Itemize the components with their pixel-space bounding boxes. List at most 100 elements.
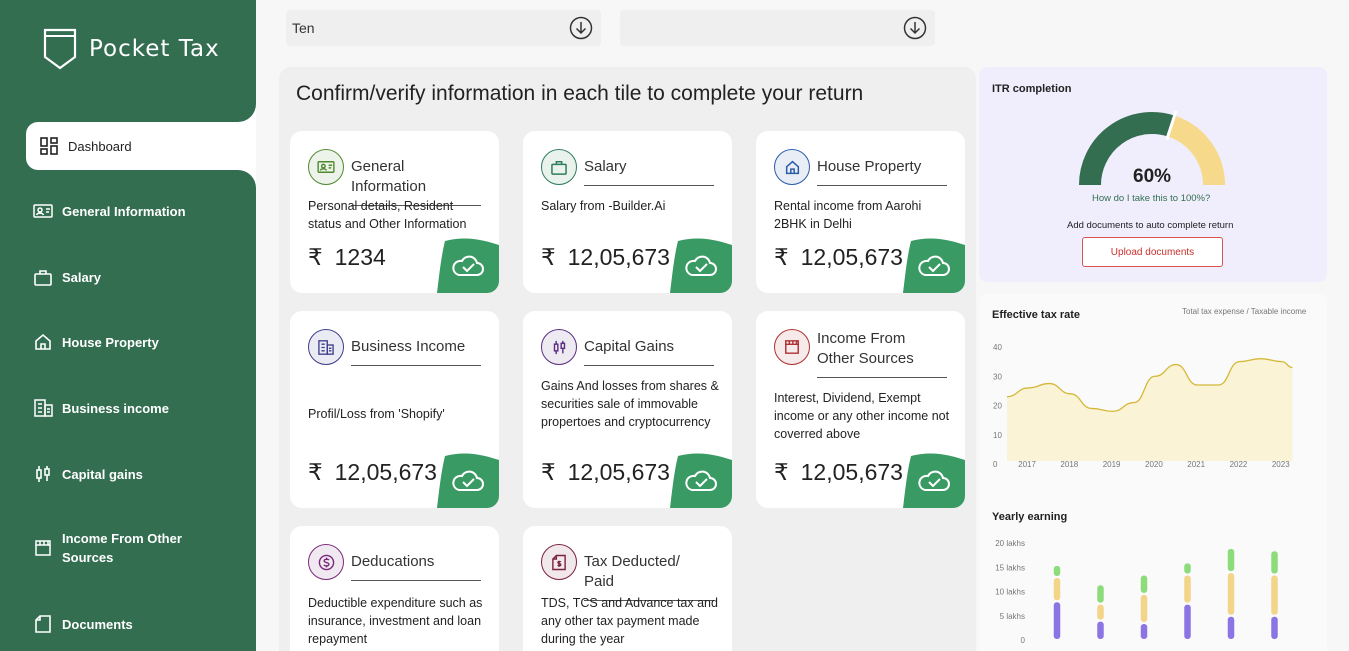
x-tick-label: 2019: [1103, 460, 1121, 469]
y-tick-label: 0: [993, 460, 998, 469]
tile-title: Business Income: [351, 329, 481, 366]
tile-amount-value: 12,05,673: [800, 459, 903, 485]
yearly-earning-title: Yearly earning: [992, 511, 1068, 523]
nav-general-information[interactable]: General Information: [32, 200, 186, 222]
tile-description: Gains And losses from shares & securitie…: [541, 379, 719, 429]
app-name: Pocket Tax: [89, 36, 220, 62]
tile-description: Interest, Dividend, Exempt income or any…: [774, 391, 950, 441]
briefcase-icon: [541, 149, 577, 185]
y-tick-label: 10: [993, 431, 1002, 440]
earning-bar-segment: [1097, 604, 1104, 620]
tile-deducations[interactable]: Deducations Deductible expenditure such a…: [290, 526, 499, 651]
candlestick-icon: [32, 463, 54, 485]
tile-general-information[interactable]: General Information Personal details, Res…: [290, 131, 499, 293]
nav-capital-gains[interactable]: Capital gains: [32, 463, 143, 485]
earning-bar-segment: [1227, 573, 1235, 615]
tile-income-from-other-sources[interactable]: Income From Other Sources Interest, Divid…: [756, 311, 965, 508]
tile-amount-value: 12,05,673: [800, 244, 903, 270]
nav-label: Business income: [62, 400, 169, 416]
tile-salary[interactable]: Salary Salary from -Builder.Ai ₹12,05,673: [523, 131, 732, 293]
tile-amount: ₹12,05,673: [541, 459, 670, 486]
nav-dashboard[interactable]: Dashboard: [38, 135, 132, 157]
tile-tax-deducted-paid[interactable]: Tax Deducted/ Paid TDS, TCS and Advance t…: [523, 526, 732, 651]
select-dropdown-2[interactable]: [620, 10, 935, 46]
x-tick-label: 2017: [1018, 460, 1036, 469]
cloud-check-icon[interactable]: [903, 237, 965, 293]
earning-bar-segment: [1184, 575, 1191, 603]
select-value: Ten: [292, 20, 315, 36]
dashboard-icon: [38, 135, 60, 157]
help-link[interactable]: How do I take this to 100%?: [1092, 193, 1210, 204]
tile-business-income[interactable]: Business Income Profil/Loss from 'Shopify…: [290, 311, 499, 508]
tile-description: Deductible expenditure such as insurance…: [308, 596, 483, 646]
y-tick-label: 40: [993, 343, 1002, 352]
itr-completion-title: ITR completion: [992, 83, 1072, 95]
earning-bar-segment: [1097, 585, 1104, 603]
tile-amount-value: 12,05,673: [334, 459, 437, 485]
cloud-check-icon[interactable]: [437, 237, 499, 293]
earning-bar-segment: [1140, 594, 1148, 623]
x-tick-label: 2021: [1187, 460, 1205, 469]
rupee-icon: ₹: [541, 459, 556, 485]
itr-percent: 60%: [1133, 166, 1172, 187]
nav-house-property[interactable]: House Property: [32, 331, 159, 353]
tile-description: Profil/Loss from 'Shopify': [308, 407, 445, 421]
building-icon: [32, 397, 54, 419]
earning-bar-segment: [1053, 577, 1061, 601]
store-icon: [32, 537, 54, 559]
tile-amount-value: 12,05,673: [567, 459, 670, 485]
candlestick-icon: [541, 329, 577, 365]
upload-documents-button[interactable]: Upload documents: [1082, 237, 1223, 267]
nav-label: Dashboard: [68, 138, 132, 154]
nav-business-income[interactable]: Business income: [32, 397, 169, 419]
yearly-earning-chart: 0 5 lakhs 10 lakhs 15 lakhs 20 lakhs: [995, 539, 1278, 645]
earning-bar-segment: [1184, 563, 1191, 574]
x-tick-label: 2020: [1145, 460, 1163, 469]
nav-label: General Information: [62, 203, 186, 219]
tile-capital-gains[interactable]: Capital Gains Gains And losses from share…: [523, 311, 732, 508]
y-tick-label: 0: [1021, 636, 1026, 645]
tile-description: Personal details, Resident status and Ot…: [308, 199, 467, 231]
tile-description: TDS, TCS and Advance tax and any other t…: [541, 596, 718, 646]
tax-rate-area: [1007, 358, 1293, 461]
cloud-check-icon[interactable]: [903, 452, 965, 508]
earning-bar-segment: [1271, 616, 1278, 639]
tile-house-property[interactable]: House Property Rental income from Aarohi …: [756, 131, 965, 293]
tile-description: Rental income from Aarohi 2BHK in Delhi: [774, 199, 922, 231]
tile-amount: ₹1234: [308, 244, 386, 271]
cloud-check-icon[interactable]: [670, 452, 732, 508]
select-dropdown-1[interactable]: Ten: [286, 10, 601, 46]
nav-documents[interactable]: Documents: [32, 613, 133, 635]
app-logo[interactable]: Pocket Tax: [42, 27, 220, 71]
rupee-icon: ₹: [308, 459, 323, 485]
tile-title: Salary: [584, 149, 714, 186]
house-icon: [774, 149, 810, 185]
tile-title: House Property: [817, 149, 947, 186]
rupee-icon: ₹: [774, 459, 789, 485]
y-tick-label: 20: [993, 402, 1002, 411]
earning-bar-segment: [1053, 565, 1061, 576]
earning-bar-segment: [1271, 575, 1278, 615]
nav-label: House Property: [62, 334, 159, 350]
id-card-icon: [32, 200, 54, 222]
rupee-icon: ₹: [308, 244, 323, 270]
cloud-check-icon[interactable]: [670, 237, 732, 293]
y-tick-label: 10 lakhs: [995, 588, 1025, 597]
receipt-icon: [541, 544, 577, 580]
tile-amount-value: 12,05,673: [567, 244, 670, 270]
earning-bar-segment: [1271, 551, 1278, 574]
nav-income-other-sources[interactable]: Income From Other Sources: [32, 529, 192, 567]
earning-bar-segment: [1140, 624, 1148, 639]
rupee-icon: ₹: [774, 244, 789, 270]
earning-bar-segment: [1227, 616, 1235, 639]
tile-title: Capital Gains: [584, 329, 714, 366]
cloud-check-icon[interactable]: [437, 452, 499, 508]
tile-amount: ₹12,05,673: [774, 244, 903, 271]
page-title: Confirm/verify information in each tile …: [296, 82, 864, 105]
x-tick-label: 2022: [1230, 460, 1248, 469]
earning-bar-segment: [1227, 548, 1235, 572]
tile-amount: ₹12,05,673: [541, 244, 670, 271]
x-tick-label: 2018: [1060, 460, 1078, 469]
nav-salary[interactable]: Salary: [32, 266, 101, 288]
id-card-icon: [308, 149, 344, 185]
